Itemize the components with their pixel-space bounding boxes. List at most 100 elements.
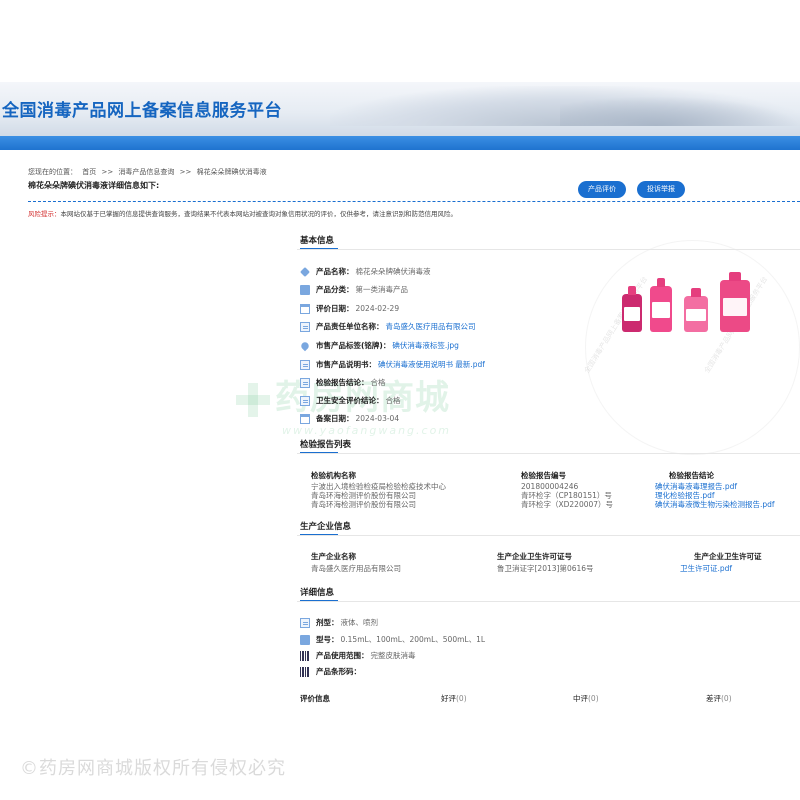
info-value: 第一类消毒产品 (355, 285, 409, 294)
banner-mountain-art-2 (560, 96, 800, 126)
detail-label: 产品使用范围： (316, 651, 369, 660)
producer-license-no: 鲁卫消证字[2013]第0616号 (497, 564, 594, 573)
detail-label: 型号： (316, 635, 339, 644)
copyright-watermark: ©药房网商城版权所有侵权必究 (20, 758, 286, 779)
mid-review[interactable]: 中评(0) (573, 693, 599, 704)
complain-button[interactable]: 投诉举报 (637, 181, 685, 198)
license-file-link[interactable]: 卫生许可证.pdf (680, 564, 732, 573)
company-link[interactable]: 青岛盛久医疗用品有限公司 (386, 321, 476, 332)
producer-name-header: 生产企业名称 (311, 552, 356, 561)
info-label: 卫生安全评价结论： (316, 396, 384, 405)
watermark-cross-icon (236, 383, 270, 417)
breadcrumb-current: 棉花朵朵牌碘伏消毒液 (196, 168, 267, 176)
basic-info-title: 基本信息 (300, 236, 339, 250)
info-label: 产品名称： (316, 267, 354, 276)
detail-value: 0.15mL、100mL、200mL、500mL、1L (340, 635, 486, 644)
watermark-url: www.yaofangwang.com (282, 424, 452, 437)
producer-license-header: 生产企业卫生许可证 (694, 552, 762, 561)
mid-review-count: (0) (588, 694, 599, 703)
info-row-manual: 市售产品说明书： 碘伏消毒液使用说明书 最新.pdf (300, 359, 485, 370)
calendar-icon (300, 303, 310, 314)
report-file-link[interactable]: 碘伏消毒液微生物污染检测报告.pdf (655, 500, 775, 509)
good-review-label: 好评 (441, 694, 456, 703)
product-bottle (720, 272, 750, 332)
report-number-header: 检验报告编号 (521, 471, 566, 480)
manual-link[interactable]: 碘伏消毒液使用说明书 最新.pdf (378, 359, 485, 370)
info-label: 评价日期： (316, 304, 354, 313)
bad-review[interactable]: 差评(0) (706, 693, 732, 704)
section-divider (297, 453, 800, 454)
dosage-icon (300, 617, 310, 628)
section-divider (297, 601, 800, 602)
detail-title: 详细信息 (300, 588, 339, 602)
label-file-link[interactable]: 碘伏消毒液标签.jpg (392, 340, 459, 351)
info-row-company: 产品责任单位名称： 青岛盛久医疗用品有限公司 (300, 321, 476, 332)
page-title: 棉花朵朵牌碘伏消毒液详细信息如下: (28, 181, 160, 190)
info-row-category: 产品分类： 第一类消毒产品 (300, 284, 408, 295)
report-icon (300, 377, 310, 388)
tag-icon (300, 266, 310, 277)
section-divider (297, 249, 800, 250)
model-icon (300, 634, 310, 645)
reports-title: 检验报告列表 (300, 440, 352, 454)
producer-license-no-header: 生产企业卫生许可证号 (497, 552, 572, 561)
report-org: 青岛环海检测评价股份有限公司 (311, 500, 416, 509)
divider (28, 201, 800, 202)
detail-value: 完整皮肤消毒 (370, 651, 416, 660)
info-label: 备案日期： (316, 414, 354, 423)
producer-name: 青岛盛久医疗用品有限公司 (311, 564, 401, 573)
section-divider (297, 535, 800, 536)
site-banner: 全国消毒产品网上备案信息服务平台 (0, 82, 800, 138)
info-row-product-name: 产品名称： 棉花朵朵牌碘伏消毒液 (300, 266, 431, 277)
bad-review-count: (0) (721, 694, 732, 703)
detail-row-dosage: 剂型： 液体、喷剂 (300, 617, 378, 628)
product-bottle (650, 278, 672, 332)
barcode-icon (300, 666, 310, 677)
report-org-header: 检验机构名称 (311, 471, 356, 480)
report-file-link[interactable]: 碘伏消毒液毒理报告.pdf (655, 482, 737, 491)
info-value: 合格 (385, 396, 401, 405)
info-label: 产品责任单位名称： (316, 322, 384, 331)
info-value: 2024-03-04 (355, 414, 400, 423)
risk-label: 风险提示： (28, 210, 61, 218)
evaluation-title: 评价信息 (300, 694, 330, 703)
good-review[interactable]: 好评(0) (441, 693, 467, 704)
report-org: 青岛环海检测评价股份有限公司 (311, 491, 416, 500)
info-row-label-file: 市售产品标签(铭牌)： 碘伏消毒液标签.jpg (299, 340, 459, 351)
info-value: 合格 (370, 378, 386, 387)
label-icon (299, 340, 311, 351)
info-label: 市售产品标签(铭牌)： (316, 341, 391, 350)
breadcrumb-separator: >> (179, 168, 192, 176)
breadcrumb-separator: >> (101, 168, 114, 176)
company-icon (300, 321, 310, 332)
breadcrumb-home[interactable]: 首页 (82, 168, 96, 176)
info-row-eval-date: 评价日期： 2024-02-29 (300, 303, 399, 314)
calendar-icon (300, 413, 310, 424)
detail-row-scope: 产品使用范围： 完整皮肤消毒 (300, 650, 416, 661)
info-value: 棉花朵朵牌碘伏消毒液 (355, 267, 431, 276)
report-org: 宁波出入境检验检疫局检验检疫技术中心 (311, 482, 446, 491)
info-label: 检验报告结论： (316, 378, 369, 387)
category-icon (300, 284, 310, 295)
mid-review-label: 中评 (573, 694, 588, 703)
info-value: 2024-02-29 (355, 304, 400, 313)
info-row-report-conclusion: 检验报告结论： 合格 (300, 377, 386, 388)
info-row-filing-date: 备案日期： 2024-03-04 (300, 413, 399, 424)
info-label: 市售产品说明书： (316, 360, 376, 369)
info-row-safety: 卫生安全评价结论： 合格 (300, 395, 401, 406)
detail-value: 液体、喷剂 (340, 618, 379, 627)
breadcrumb-query[interactable]: 消毒产品信息查询 (118, 168, 174, 176)
safety-icon (300, 395, 310, 406)
report-conclusion-header: 检验报告结论 (669, 471, 714, 480)
report-number: 201800004246 (521, 482, 579, 491)
barcode-icon (300, 650, 310, 661)
breadcrumb-prefix: 您现在的位置： (28, 168, 77, 176)
report-file-link[interactable]: 理化检验报告.pdf (655, 491, 715, 500)
product-image[interactable] (612, 262, 772, 332)
detail-label: 产品条形码： (316, 667, 361, 676)
manual-icon (300, 359, 310, 370)
breadcrumb: 您现在的位置： 首页 >> 消毒产品信息查询 >> 棉花朵朵牌碘伏消毒液 (28, 167, 270, 177)
evaluate-button[interactable]: 产品评价 (578, 181, 626, 198)
bad-review-label: 差评 (706, 694, 721, 703)
nav-bar (0, 136, 800, 150)
